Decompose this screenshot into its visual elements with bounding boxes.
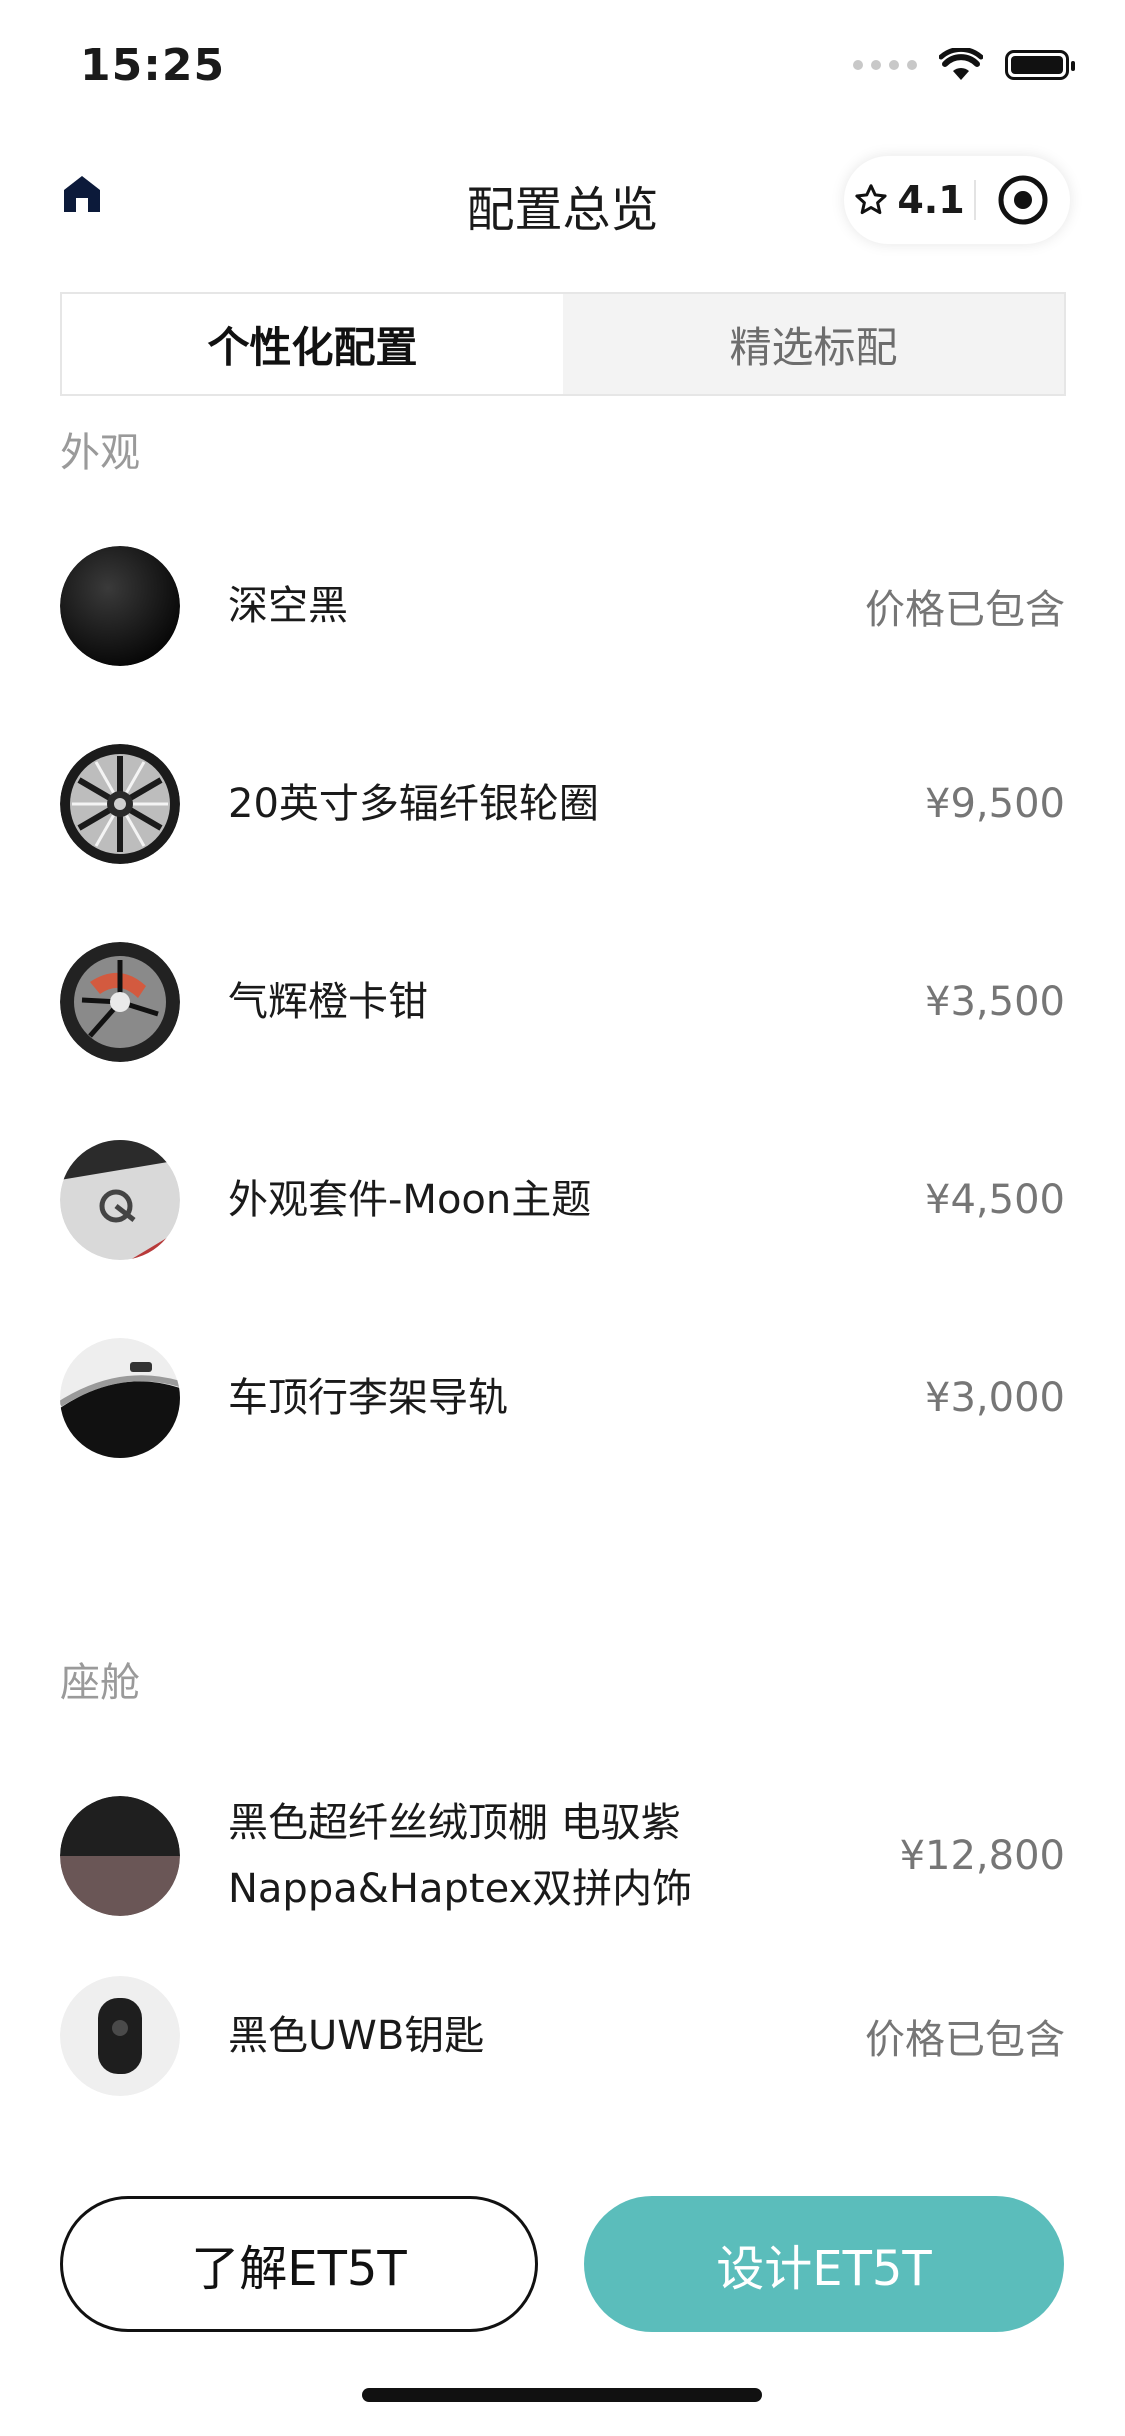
- signal-icon: [853, 60, 917, 70]
- list-item[interactable]: 外观套件-Moon主题 ¥4,500: [60, 1140, 1065, 1260]
- section-title-cabin: 座舱: [60, 1660, 140, 1706]
- list-item[interactable]: 20英寸多辐纤银轮圈 ¥9,500: [60, 744, 1065, 864]
- list-item[interactable]: 气辉橙卡钳 ¥3,500: [60, 942, 1065, 1062]
- item-price: 价格已包含: [865, 587, 1065, 633]
- battery-icon: [1005, 50, 1075, 80]
- item-name: 黑色超纤丝绒顶棚 电驭紫 Nappa&Haptex双拼内饰: [228, 1800, 693, 1912]
- item-name: 20英寸多辐纤银轮圈: [228, 781, 599, 827]
- item-name: 车顶行李架导轨: [228, 1375, 508, 1421]
- status-bar: 15:25: [0, 0, 1125, 132]
- item-name: 黑色UWB钥匙: [228, 2013, 485, 2059]
- close-miniprogram-button[interactable]: [976, 173, 1070, 227]
- black-paint-swatch-icon: [60, 546, 180, 666]
- list-item[interactable]: 黑色超纤丝绒顶棚 电驭紫 Nappa&Haptex双拼内饰 ¥12,800: [60, 1781, 1065, 1931]
- tab-standard[interactable]: 精选标配: [563, 294, 1064, 394]
- star-icon: [855, 184, 887, 215]
- item-price: ¥4,500: [925, 1177, 1065, 1223]
- item-price: 价格已包含: [865, 2017, 1065, 2063]
- moon-kit-badge-icon: [60, 1140, 180, 1260]
- interior-swatch-icon: [60, 1796, 180, 1916]
- section-title-exterior: 外观: [60, 430, 140, 476]
- target-icon: [998, 175, 1048, 225]
- item-price: ¥3,500: [925, 979, 1065, 1025]
- list-item[interactable]: 黑色UWB钥匙 价格已包含: [60, 1976, 1065, 2096]
- status-icons: [853, 48, 1075, 82]
- item-price: ¥12,800: [899, 1833, 1065, 1879]
- mini-program-capsule: 4.1: [844, 156, 1070, 244]
- item-name: 深空黑: [228, 583, 348, 629]
- nav-bar: 配置总览 4.1: [0, 148, 1125, 248]
- item-price: ¥9,500: [925, 781, 1065, 827]
- wheel-rim-icon: [60, 744, 180, 864]
- tab-personalized[interactable]: 个性化配置: [62, 294, 563, 394]
- rating-value: 4.1: [897, 178, 965, 222]
- uwb-key-icon: [60, 1976, 180, 2096]
- roof-rail-icon: [60, 1338, 180, 1458]
- status-time: 15:25: [80, 40, 226, 91]
- home-indicator: [362, 2388, 762, 2402]
- wifi-icon: [939, 48, 983, 80]
- list-item[interactable]: 车顶行李架导轨 ¥3,000: [60, 1338, 1065, 1458]
- item-price: ¥3,000: [925, 1375, 1065, 1421]
- learn-et5t-button[interactable]: 了解ET5T: [60, 2196, 538, 2332]
- tab-bar: 个性化配置 精选标配: [60, 292, 1066, 396]
- orange-caliper-icon: [60, 942, 180, 1062]
- rating-button[interactable]: 4.1: [844, 178, 974, 222]
- list-item[interactable]: 深空黑 价格已包含: [60, 546, 1065, 666]
- item-name: 外观套件-Moon主题: [228, 1177, 592, 1223]
- design-et5t-button[interactable]: 设计ET5T: [584, 2196, 1064, 2332]
- item-name: 气辉橙卡钳: [228, 979, 428, 1025]
